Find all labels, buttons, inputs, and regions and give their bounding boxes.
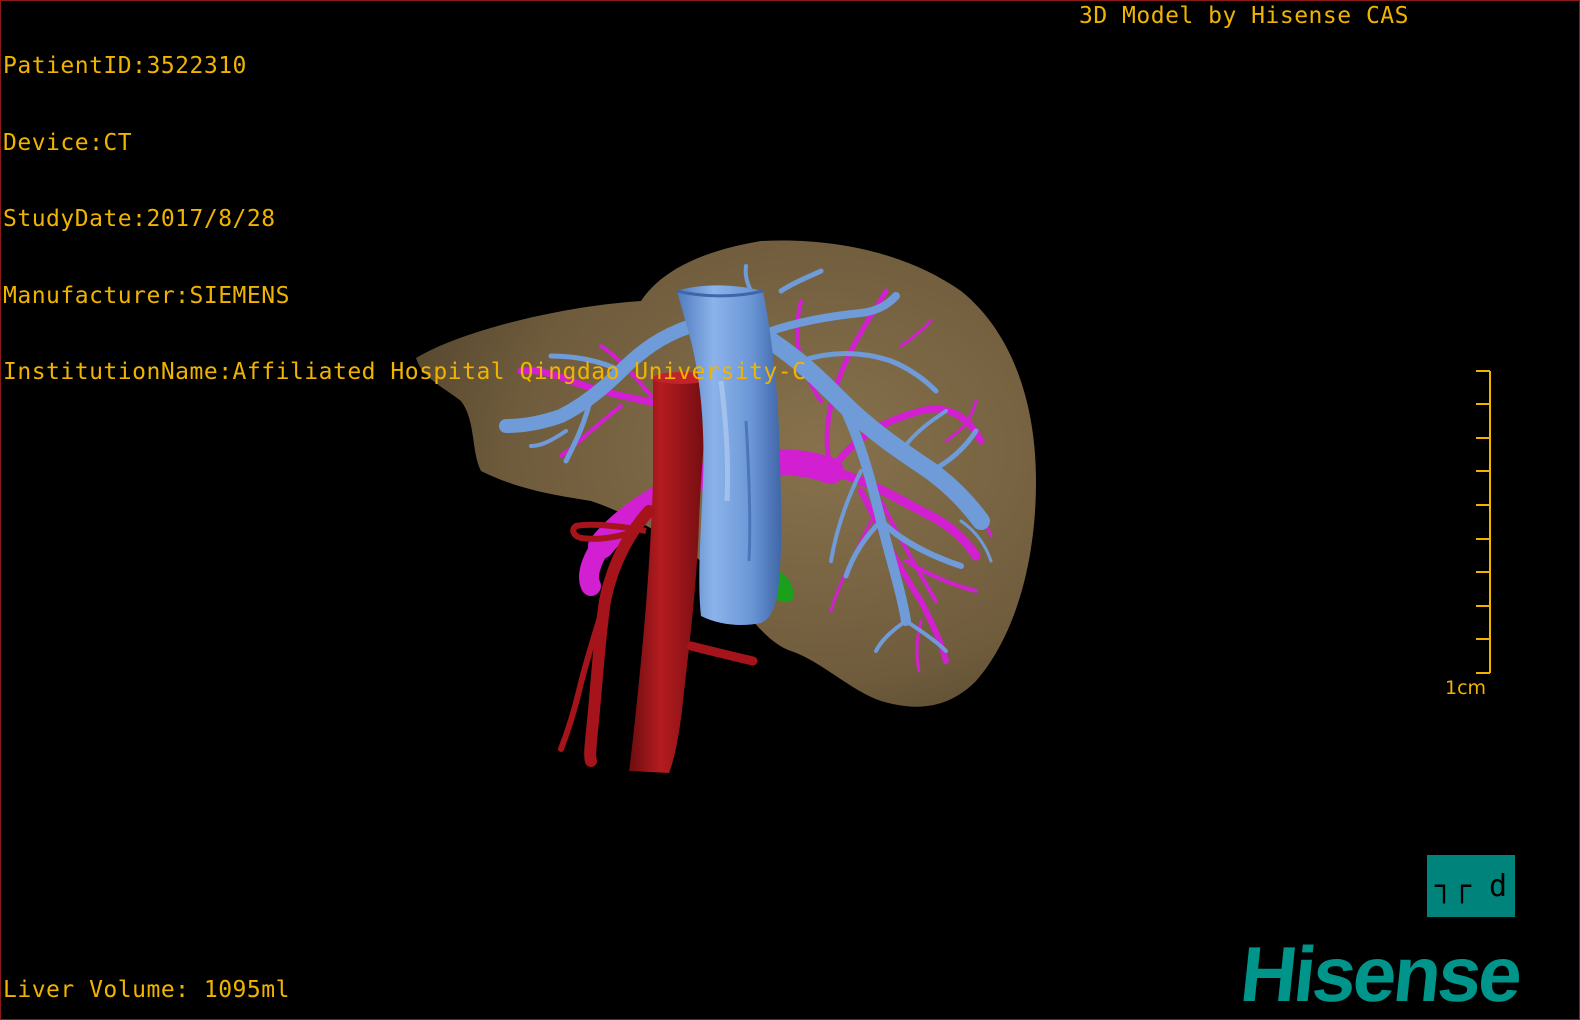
projection-toggle-button[interactable]: ┐┌ d (1427, 855, 1515, 917)
device: Device:CT (3, 129, 133, 156)
model-credit: 3D Model by Hisense CAS (1079, 3, 1409, 29)
dicom-info-overlay: PatientID:3522310 Device:CT StudyDate:20… (3, 3, 806, 437)
study-date: StudyDate:2017/8/28 (3, 206, 276, 232)
manufacturer: Manufacturer:SIEMENS (3, 282, 290, 309)
hisense-logo: Hisense (1236, 930, 1524, 1018)
patient-id: PatientID:3522310 (3, 53, 247, 79)
scale-bar (1476, 370, 1491, 674)
3d-viewport[interactable]: PatientID:3522310 Device:CT StudyDate:20… (0, 0, 1580, 1020)
projection-toggle-icon: ┐┌ d (1434, 868, 1508, 904)
liver-volume: Liver Volume: 1095ml (3, 977, 290, 1003)
institution-name: InstitutionName:Affiliated Hospital Qing… (3, 359, 807, 385)
scale-bar-label: 1cm (1445, 677, 1487, 699)
